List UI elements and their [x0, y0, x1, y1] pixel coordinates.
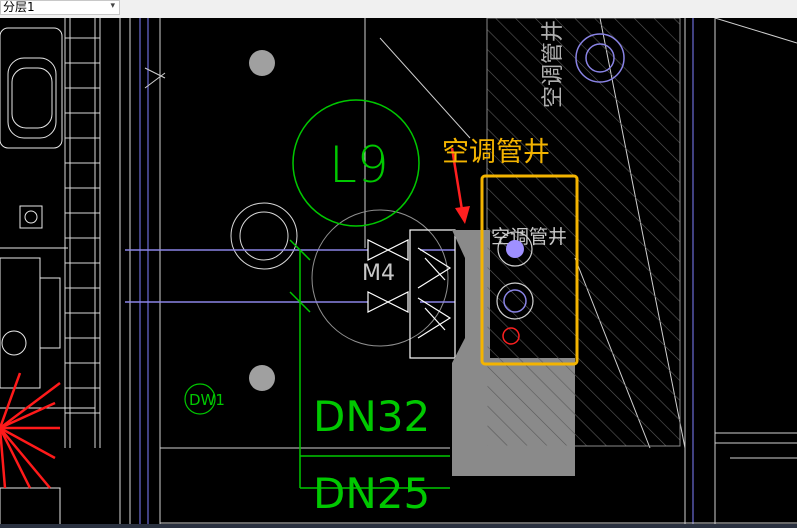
dn32-label: DN32 — [313, 392, 430, 441]
left-wall-pattern — [64, 18, 131, 528]
round-column — [230, 202, 298, 270]
cad-drawing: L9 DW1 DN32 DN25 M4 空调管井 空调管井 — [0, 18, 797, 528]
shaft-rotated-label: 空调管井 — [541, 20, 566, 108]
dw1-label: DW1 — [189, 391, 225, 409]
toolbar: 分层1 ▾ — [0, 0, 797, 18]
layer-select-value: 分层1 — [3, 0, 35, 14]
m4-label: M4 — [362, 261, 395, 286]
status-strip — [0, 524, 797, 528]
layer-select[interactable]: 分层1 ▾ — [0, 0, 120, 15]
annotation-label: 空调管井 — [442, 137, 550, 168]
cad-canvas[interactable]: L9 DW1 DN32 DN25 M4 空调管井 空调管井 空调管井 — [0, 18, 797, 528]
column-marker — [249, 50, 275, 76]
chevron-down-icon[interactable]: ▾ — [110, 1, 115, 13]
red-starburst — [0, 372, 61, 489]
column-marker — [249, 365, 275, 391]
dn25-label: DN25 — [313, 469, 430, 518]
pipe-lines-blue — [125, 249, 455, 303]
l9-label: L9 — [329, 136, 389, 194]
